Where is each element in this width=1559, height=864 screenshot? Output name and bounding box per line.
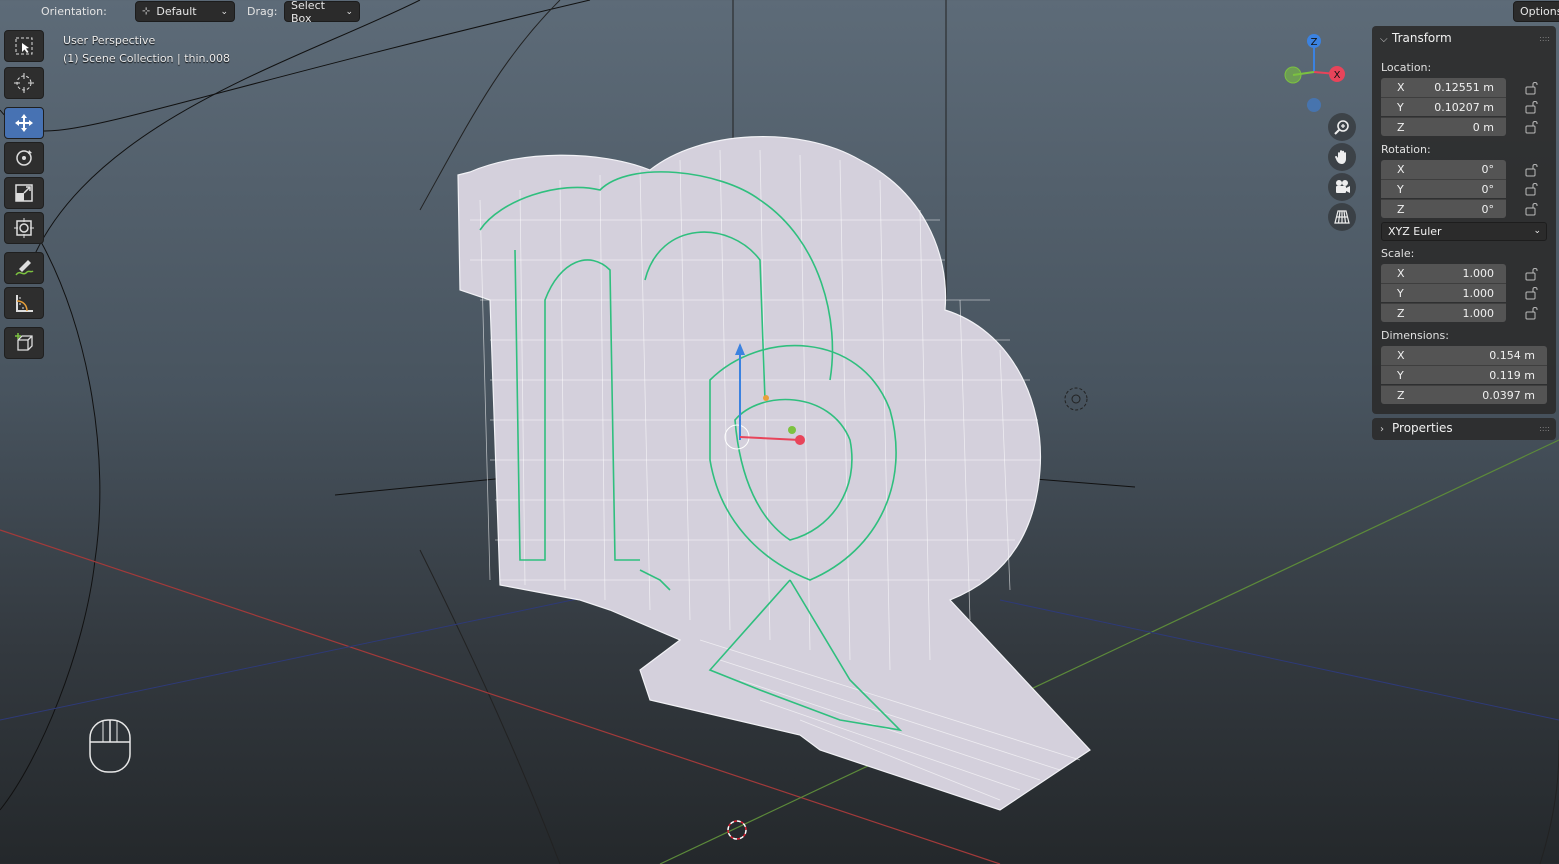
- location-x-field[interactable]: X 0.12551 m: [1381, 78, 1506, 97]
- dimensions-z-field[interactable]: Z 0.0397 m: [1381, 385, 1547, 404]
- scale-tool[interactable]: [4, 177, 44, 209]
- add-cube-icon: [15, 333, 33, 351]
- scale-label: Scale:: [1381, 247, 1415, 260]
- drag-grip-icon[interactable]: ::::: [1539, 34, 1550, 43]
- transform-tool[interactable]: [4, 212, 44, 244]
- cursor-icon: [14, 73, 34, 93]
- camera-icon: [1336, 180, 1350, 193]
- lock-icon[interactable]: [1524, 163, 1540, 177]
- chevron-down-icon: ⌄: [345, 6, 353, 17]
- dimensions-y-field[interactable]: Y 0.119 m: [1381, 365, 1547, 384]
- chevron-down-icon: ⌵: [1380, 34, 1388, 45]
- lock-icon[interactable]: [1524, 120, 1540, 134]
- perspective-label: User Perspective: [63, 34, 156, 47]
- measure-icon: [16, 295, 33, 312]
- rotation-x-field[interactable]: X 0°: [1381, 160, 1506, 179]
- move-icon: [15, 114, 33, 132]
- pan-button[interactable]: [1328, 143, 1356, 171]
- lock-icon[interactable]: [1524, 81, 1540, 95]
- dimensions-x-field[interactable]: X 0.154 m: [1381, 346, 1547, 365]
- transform-panel: ⌵ Transform :::: Location: X 0.12551 m Y 0.…: [1372, 26, 1556, 414]
- location-y-field[interactable]: Y 0.10207 m: [1381, 97, 1506, 116]
- annotate-tool[interactable]: [4, 252, 44, 284]
- orientation-icon: ⊹: [142, 6, 151, 17]
- properties-panel[interactable]: › Properties ::::: [1372, 418, 1556, 440]
- zoom-button[interactable]: [1328, 113, 1356, 141]
- lock-icon[interactable]: [1524, 182, 1540, 196]
- scale-y-field[interactable]: Y 1.000: [1381, 283, 1506, 302]
- rotation-mode-value: XYZ Euler: [1388, 225, 1442, 238]
- transform-icon: [14, 218, 34, 238]
- hand-icon: [1335, 150, 1346, 164]
- rotate-icon: [16, 150, 32, 166]
- cursor-tool[interactable]: [4, 67, 44, 99]
- viewport-header: Orientation: ⊹ Default ⌄ Drag: Select Bo…: [0, 0, 1559, 25]
- camera-view-button[interactable]: [1328, 173, 1356, 201]
- location-z-field[interactable]: Z0 m: [1381, 117, 1506, 136]
- viewport-scene[interactable]: [0, 0, 1559, 864]
- select-box-tool[interactable]: [4, 30, 44, 62]
- chevron-down-icon: ⌄: [220, 6, 228, 17]
- drag-grip-icon[interactable]: ::::: [1539, 424, 1550, 433]
- orientation-value: Default: [156, 5, 197, 18]
- add-cube-tool[interactable]: [4, 327, 44, 359]
- rotate-tool[interactable]: [4, 142, 44, 174]
- transform-title: Transform: [1392, 31, 1452, 45]
- scale-x-field[interactable]: X 1.000: [1381, 264, 1506, 283]
- scale-icon: [15, 184, 33, 202]
- chevron-down-icon: ⌄: [1533, 226, 1541, 236]
- rotation-label: Rotation:: [1381, 143, 1431, 156]
- options-button[interactable]: Options: [1513, 1, 1559, 22]
- navigation-gizmo[interactable]: Z X: [1278, 30, 1350, 120]
- zoom-icon: [1334, 120, 1349, 135]
- grid-icon: [1334, 210, 1350, 224]
- drag-value: Select Box: [291, 0, 325, 25]
- viewport-info: User Perspective (1) Scene Collection | …: [63, 32, 230, 68]
- lock-icon[interactable]: [1524, 100, 1540, 114]
- orientation-label: Orientation:: [41, 5, 107, 18]
- properties-panel-header[interactable]: › Properties: [1380, 421, 1453, 435]
- properties-title: Properties: [1392, 421, 1453, 435]
- annotate-icon: [15, 260, 34, 276]
- select-box-icon: [15, 37, 33, 55]
- move-tool[interactable]: [4, 107, 44, 139]
- perspective-toggle-button[interactable]: [1328, 203, 1356, 231]
- gizmo-z-label: Z: [1311, 37, 1318, 48]
- lock-icon[interactable]: [1524, 202, 1540, 216]
- location-label: Location:: [1381, 61, 1432, 74]
- lock-icon[interactable]: [1524, 286, 1540, 300]
- rotation-mode-select[interactable]: XYZ Euler ⌄: [1381, 222, 1547, 241]
- lock-icon[interactable]: [1524, 267, 1540, 281]
- rotation-z-field[interactable]: Z 0°: [1381, 199, 1506, 218]
- gizmo-neg-y-axis[interactable]: [1284, 66, 1302, 84]
- drag-dropdown[interactable]: Select Box ⌄: [284, 0, 360, 25]
- orientation-dropdown[interactable]: ⊹ Default ⌄: [135, 1, 235, 22]
- mouse-icon: [89, 719, 131, 773]
- dimensions-label: Dimensions:: [1381, 329, 1449, 342]
- measure-tool[interactable]: [4, 287, 44, 319]
- transform-panel-header[interactable]: ⌵ Transform: [1380, 31, 1452, 45]
- collection-label: (1) Scene Collection | thin.008: [63, 52, 231, 65]
- chevron-right-icon: ›: [1380, 424, 1384, 435]
- scale-z-field[interactable]: Z 1.000: [1381, 303, 1506, 322]
- rotation-y-field[interactable]: Y 0°: [1381, 179, 1506, 198]
- drag-label: Drag:: [247, 5, 278, 18]
- gizmo-neg-z-axis[interactable]: [1307, 98, 1321, 112]
- gizmo-x-label: X: [1334, 70, 1341, 81]
- lock-icon[interactable]: [1524, 306, 1540, 320]
